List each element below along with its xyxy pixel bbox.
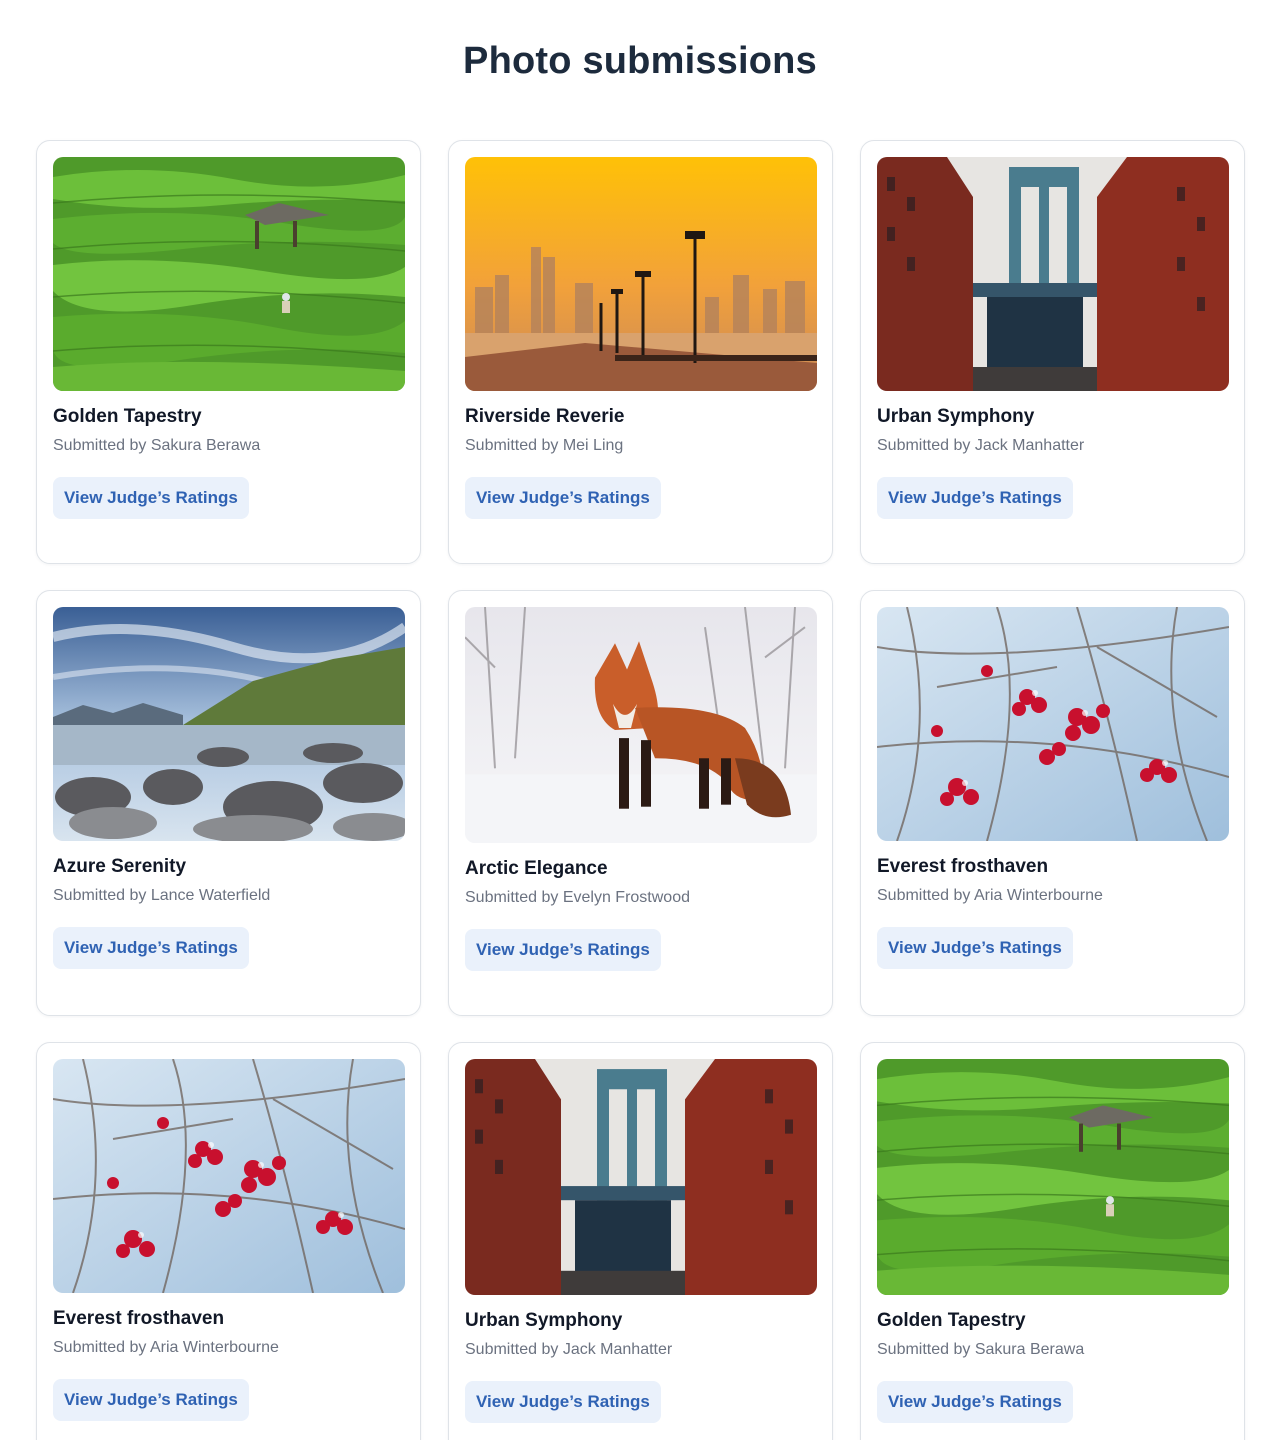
submitter-name: Submitted by Aria Winterbourne — [877, 887, 1103, 904]
submission-title: Everest frosthaven — [53, 1308, 225, 1329]
submission-card: Golden Tapestry Submitted by Sakura Beraw… — [860, 1042, 1245, 1440]
view-judges-ratings-button[interactable]: View Judge’s Ratings — [877, 1381, 1073, 1423]
view-judges-ratings-button[interactable]: View Judge’s Ratings — [53, 1379, 249, 1421]
view-judges-ratings-button[interactable]: View Judge’s Ratings — [53, 477, 249, 519]
submitter-name: Submitted by Sakura Berawa — [877, 1341, 1085, 1358]
submitter-name: Submitted by Mei Ling — [465, 437, 624, 454]
submitter-name: Submitted by Sakura Berawa — [53, 437, 261, 454]
rice-terraces-photo — [877, 1059, 1229, 1295]
sunset-riverside-photo — [465, 157, 817, 391]
view-judges-ratings-button[interactable]: View Judge’s Ratings — [877, 927, 1073, 969]
submission-card: Urban Symphony Submitted by Jack Manhatte… — [860, 140, 1245, 564]
red-fox-snow-photo — [465, 607, 817, 843]
view-judges-ratings-button[interactable]: View Judge’s Ratings — [465, 477, 661, 519]
submitter-name: Submitted by Lance Waterfield — [53, 887, 271, 904]
bridge-street-photo — [877, 157, 1229, 391]
submission-title: Golden Tapestry — [53, 406, 202, 427]
submission-title: Riverside Reverie — [465, 406, 625, 427]
frosted-berries-photo — [53, 1059, 405, 1293]
submitter-name: Submitted by Aria Winterbourne — [53, 1339, 279, 1356]
submitter-name: Submitted by Evelyn Frostwood — [465, 889, 690, 906]
submission-title: Urban Symphony — [877, 406, 1035, 427]
submission-title: Arctic Elegance — [465, 858, 608, 879]
submission-card: Urban Symphony Submitted by Jack Manhatte… — [448, 1042, 833, 1440]
submitter-name: Submitted by Jack Manhatter — [465, 1341, 673, 1358]
view-judges-ratings-button[interactable]: View Judge’s Ratings — [465, 929, 661, 971]
frosted-berries-photo — [877, 607, 1229, 841]
submission-card: Golden Tapestry Submitted by Sakura Beraw… — [36, 140, 421, 564]
page-title: Photo submissions — [463, 40, 817, 82]
rice-terraces-photo — [53, 157, 405, 391]
view-judges-ratings-button[interactable]: View Judge’s Ratings — [465, 1381, 661, 1423]
view-judges-ratings-button[interactable]: View Judge’s Ratings — [877, 477, 1073, 519]
submission-card: Azure Serenity Submitted by Lance Waterfi… — [36, 590, 421, 1016]
submission-title: Urban Symphony — [465, 1310, 623, 1331]
submission-title: Azure Serenity — [53, 856, 187, 877]
rocky-coast-photo — [53, 607, 405, 841]
submission-card: Everest frosthaven Submitted by Aria Wint… — [860, 590, 1245, 1016]
submission-card: Everest frosthaven Submitted by Aria Wint… — [36, 1042, 421, 1440]
submission-title: Everest frosthaven — [877, 856, 1049, 877]
view-judges-ratings-button[interactable]: View Judge’s Ratings — [53, 927, 249, 969]
submission-card: Riverside Reverie Submitted by Mei Ling Vi… — [448, 140, 833, 564]
submission-card: Arctic Elegance Submitted by Evelyn Frost… — [448, 590, 833, 1016]
submitter-name: Submitted by Jack Manhatter — [877, 437, 1085, 454]
bridge-street-photo — [465, 1059, 817, 1295]
submission-title: Golden Tapestry — [877, 1310, 1026, 1331]
